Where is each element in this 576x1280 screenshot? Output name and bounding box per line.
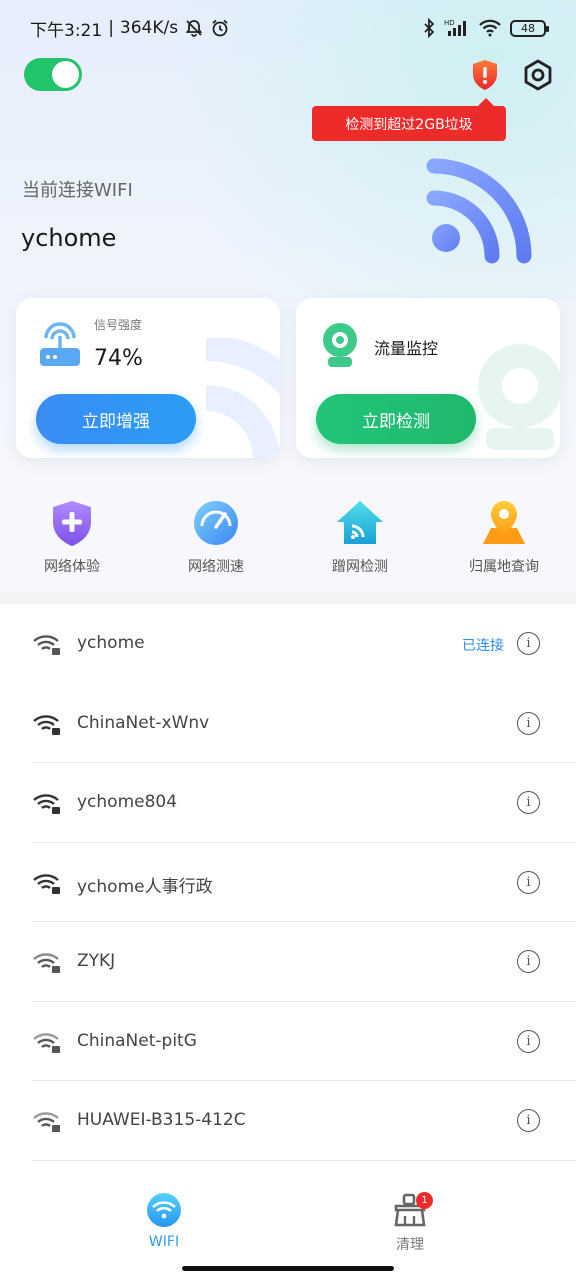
wifi-row[interactable]: ChinaNet-pitG i — [0, 1002, 576, 1081]
status-time: 下午3:21 — [30, 20, 103, 41]
info-icon[interactable]: i — [517, 791, 540, 814]
tool-freeloader-detect[interactable]: 蹭网检测 — [288, 498, 432, 576]
wifi-locked-signal-icon — [33, 635, 60, 655]
network-speed: 364K/s — [119, 18, 179, 38]
settings-gear-icon[interactable] — [521, 58, 555, 92]
tool-label: 蹭网检测 — [332, 559, 388, 575]
check-traffic-button[interactable]: 立即检测 — [316, 394, 476, 444]
wifi-ssid: ychome人事行政 — [77, 876, 213, 897]
bottom-nav: WIFI 1 清理 — [0, 1180, 576, 1280]
wifi-row[interactable]: ychome 已连接 i — [0, 604, 576, 684]
tool-label: 归属地查询 — [469, 559, 539, 575]
alert-text: 检测到超过2GB垃圾 — [345, 116, 473, 133]
speedometer-icon — [194, 501, 238, 545]
nav-wifi[interactable]: WIFI — [114, 1192, 214, 1250]
tool-label: 网络体验 — [44, 559, 100, 575]
info-icon[interactable]: i — [517, 711, 540, 735]
tool-label: 网络测速 — [188, 559, 244, 575]
nav-wifi-label: WIFI — [148, 1234, 180, 1250]
info-icon[interactable]: i — [517, 1029, 540, 1053]
nav-clean-label: 清理 — [396, 1237, 424, 1253]
wifi-locked-signal-icon — [33, 1112, 60, 1132]
wifi-ssid: ychome — [77, 633, 145, 653]
current-wifi-label: 当前连接WIFI — [22, 180, 133, 201]
quick-tools: 网络体验 网络测速 蹭网检测 归属地查询 — [0, 498, 576, 588]
signal-strength-caption: 信号强度 — [94, 318, 143, 332]
tool-speed-test[interactable]: 网络测速 — [144, 498, 288, 576]
shield-plus-icon — [53, 501, 91, 546]
tool-network-experience[interactable]: 网络体验 — [0, 498, 144, 576]
wifi-tab-icon — [147, 1193, 181, 1227]
wifi-locked-signal-icon — [33, 794, 60, 814]
wifi-row[interactable]: HUAWEI-B315-412C i — [0, 1081, 576, 1161]
bluetooth-icon — [424, 18, 435, 38]
shield-alert-icon[interactable] — [470, 58, 500, 92]
connected-status: 已连接 — [462, 638, 504, 654]
wifi-row[interactable]: ZYKJ i — [0, 922, 576, 1002]
card-watermark-wifi-icon — [205, 338, 280, 458]
cellular-signal-icon: HD — [444, 19, 466, 36]
traffic-monitor-caption: 流量监控 — [374, 339, 439, 358]
info-icon[interactable]: i — [517, 632, 540, 655]
wifi-ssid: ychome804 — [77, 792, 178, 812]
wifi-row[interactable]: ChinaNet-xWnv i — [0, 684, 576, 763]
info-icon[interactable]: i — [517, 950, 540, 973]
current-wifi-ssid: ychome — [21, 224, 117, 252]
boost-signal-button[interactable]: 立即增强 — [36, 394, 196, 444]
wifi-toggle[interactable] — [24, 58, 82, 91]
signal-strength-card: 信号强度 74% 立即增强 — [16, 298, 280, 458]
wifi-row[interactable]: ychome804 i — [0, 763, 576, 843]
battery-level: 48 — [521, 21, 535, 35]
home-indicator[interactable] — [182, 1266, 394, 1271]
status-bar: 下午3:21 | 364K/s HD 48 — [0, 0, 576, 56]
alarm-clock-icon — [212, 19, 228, 37]
info-icon[interactable]: i — [517, 1109, 540, 1132]
location-pin-icon — [483, 501, 525, 544]
wifi-list: ychome 已连接 i ChinaNet-xWnv i ychome804 i — [0, 604, 576, 1161]
hero-wifi-icon — [426, 158, 532, 264]
wifi-row[interactable]: ychome人事行政 i — [0, 843, 576, 922]
home-wifi-icon — [337, 501, 383, 544]
battery-icon: 48 — [510, 19, 549, 37]
wifi-status-icon — [479, 19, 501, 37]
signal-strength-value: 74% — [94, 346, 143, 371]
clean-badge: 1 — [416, 1192, 433, 1209]
mute-bell-icon — [185, 20, 203, 37]
wifi-locked-signal-icon — [33, 953, 60, 973]
info-icon[interactable]: i — [517, 870, 540, 894]
card-watermark-camera-icon — [478, 344, 560, 450]
nav-clean[interactable]: 1 清理 — [360, 1192, 460, 1254]
traffic-monitor-icon — [323, 323, 357, 367]
wifi-locked-signal-icon — [33, 1032, 60, 1053]
junk-alert-tooltip[interactable]: 检测到超过2GB垃圾 — [312, 98, 506, 141]
tool-location-lookup[interactable]: 归属地查询 — [432, 498, 576, 576]
wifi-ssid: ZYKJ — [77, 951, 116, 971]
wifi-ssid: ChinaNet-xWnv — [77, 712, 210, 733]
section-divider — [0, 592, 576, 604]
svg-text:HD: HD — [444, 19, 455, 27]
wifi-locked-signal-icon — [33, 873, 60, 894]
wifi-ssid: HUAWEI-B315-412C — [77, 1110, 246, 1130]
wifi-locked-signal-icon — [33, 714, 60, 735]
wifi-ssid: ChinaNet-pitG — [77, 1030, 197, 1051]
router-icon — [40, 322, 80, 366]
row-divider — [32, 1159, 576, 1161]
traffic-monitor-card: 流量监控 立即检测 — [296, 298, 560, 458]
toggle-knob — [52, 61, 79, 88]
